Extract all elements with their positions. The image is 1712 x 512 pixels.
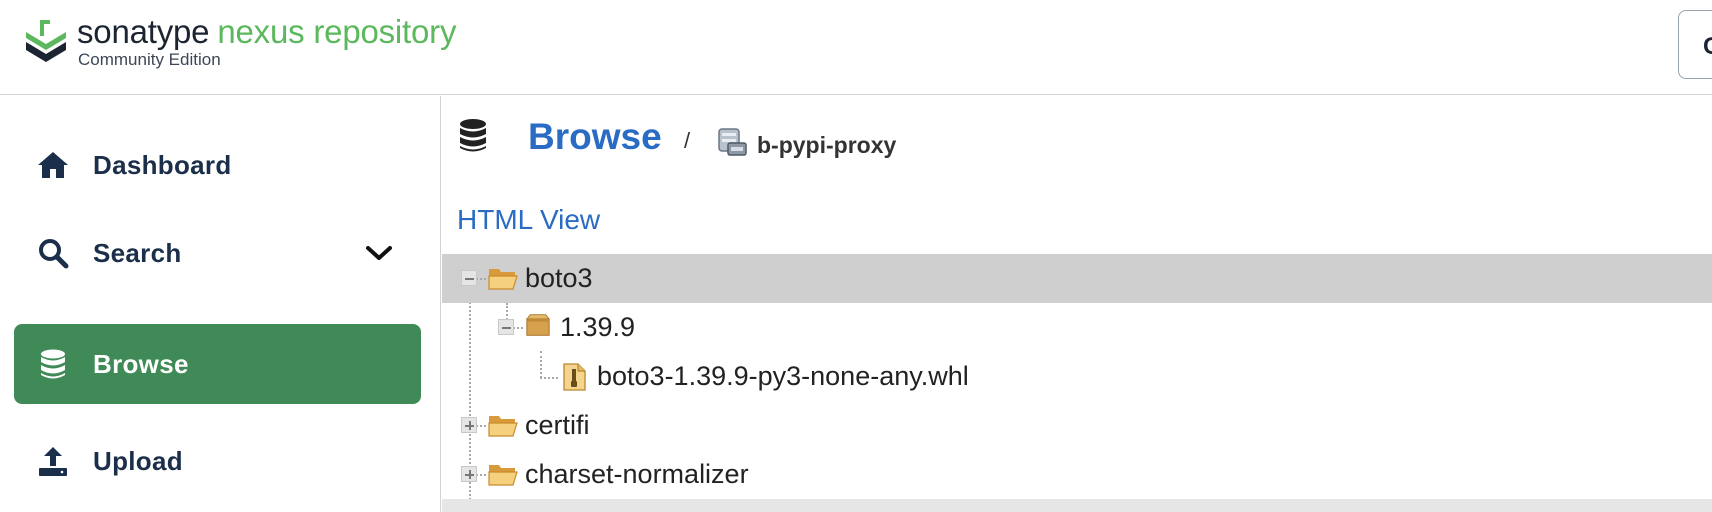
collapse-toggle-icon[interactable] [461, 270, 477, 286]
expand-toggle-icon[interactable] [461, 466, 477, 482]
sidebar-item-upload[interactable]: Upload [14, 421, 421, 501]
folder-open-icon [488, 269, 518, 290]
search-icon [39, 239, 69, 269]
database-icon [460, 119, 486, 152]
tree-node-label: boto3 [525, 263, 593, 293]
brand-word-nexus: nexus repository [217, 13, 457, 50]
breadcrumb-separator: / [684, 128, 691, 153]
sidebar-item-label: Dashboard [93, 149, 232, 180]
tree-connector-line [476, 474, 486, 476]
folder-open-icon [488, 416, 518, 437]
chevron-down-icon[interactable] [365, 244, 393, 262]
package-icon [525, 314, 551, 336]
folder-open-icon [488, 465, 518, 486]
upload-icon [39, 447, 67, 476]
home-icon [38, 152, 68, 178]
account-button[interactable]: C [1678, 10, 1712, 79]
sonatype-logo-icon [26, 20, 66, 62]
proxy-repository-icon [718, 128, 747, 156]
sidebar-item-browse[interactable]: Browse [14, 324, 421, 404]
tree-node-label: boto3-1.39.9-py3-none-any.whl [597, 361, 969, 391]
sidebar-item-label: Browse [93, 348, 189, 379]
account-button-label: C [1703, 33, 1712, 60]
tree-row[interactable]: 1.39.9 [442, 303, 1712, 352]
tree-row-partial[interactable] [442, 499, 1712, 512]
sidebar-item-search[interactable]: Search [14, 213, 421, 293]
top-bar: sonatype nexus repository Community Editi… [0, 0, 1712, 95]
sidebar: Dashboard Search Browse Upload [0, 96, 441, 512]
component-tree: boto3 1.39.9 boto3-1.39.9-py3-none-any.w… [442, 254, 1712, 512]
sidebar-item-label: Search [93, 237, 182, 268]
edition-label: Community Edition [78, 50, 221, 69]
html-view-link[interactable]: HTML View [457, 204, 600, 236]
tree-row[interactable]: boto3-1.39.9-py3-none-any.whl [442, 352, 1712, 401]
tree-node-label: certifi [525, 410, 590, 440]
tree-node-label: 1.39.9 [560, 312, 636, 342]
repository-name: b-pypi-proxy [757, 132, 897, 158]
page-title[interactable]: Browse [528, 116, 662, 158]
tree-row[interactable]: certifi [442, 401, 1712, 450]
tree-connector-line [513, 327, 523, 329]
brand-title[interactable]: sonatype nexus repository [77, 14, 456, 50]
brand-word-sonatype: sonatype [77, 13, 210, 50]
collapse-toggle-icon[interactable] [498, 319, 514, 335]
tree-row[interactable]: charset-normalizer [442, 450, 1712, 499]
archive-file-icon [563, 363, 586, 391]
tree-connector-line [476, 278, 486, 280]
tree-row[interactable]: boto3 [442, 254, 1712, 303]
main-content: Browse / b-pypi-proxy HTML View boto3 1.… [442, 96, 1712, 512]
expand-toggle-icon[interactable] [461, 417, 477, 433]
sidebar-item-dashboard[interactable]: Dashboard [14, 125, 421, 205]
tree-node-label: charset-normalizer [525, 459, 749, 489]
sidebar-item-label: Upload [93, 445, 183, 476]
tree-connector-line [476, 425, 486, 427]
database-icon [41, 349, 65, 379]
